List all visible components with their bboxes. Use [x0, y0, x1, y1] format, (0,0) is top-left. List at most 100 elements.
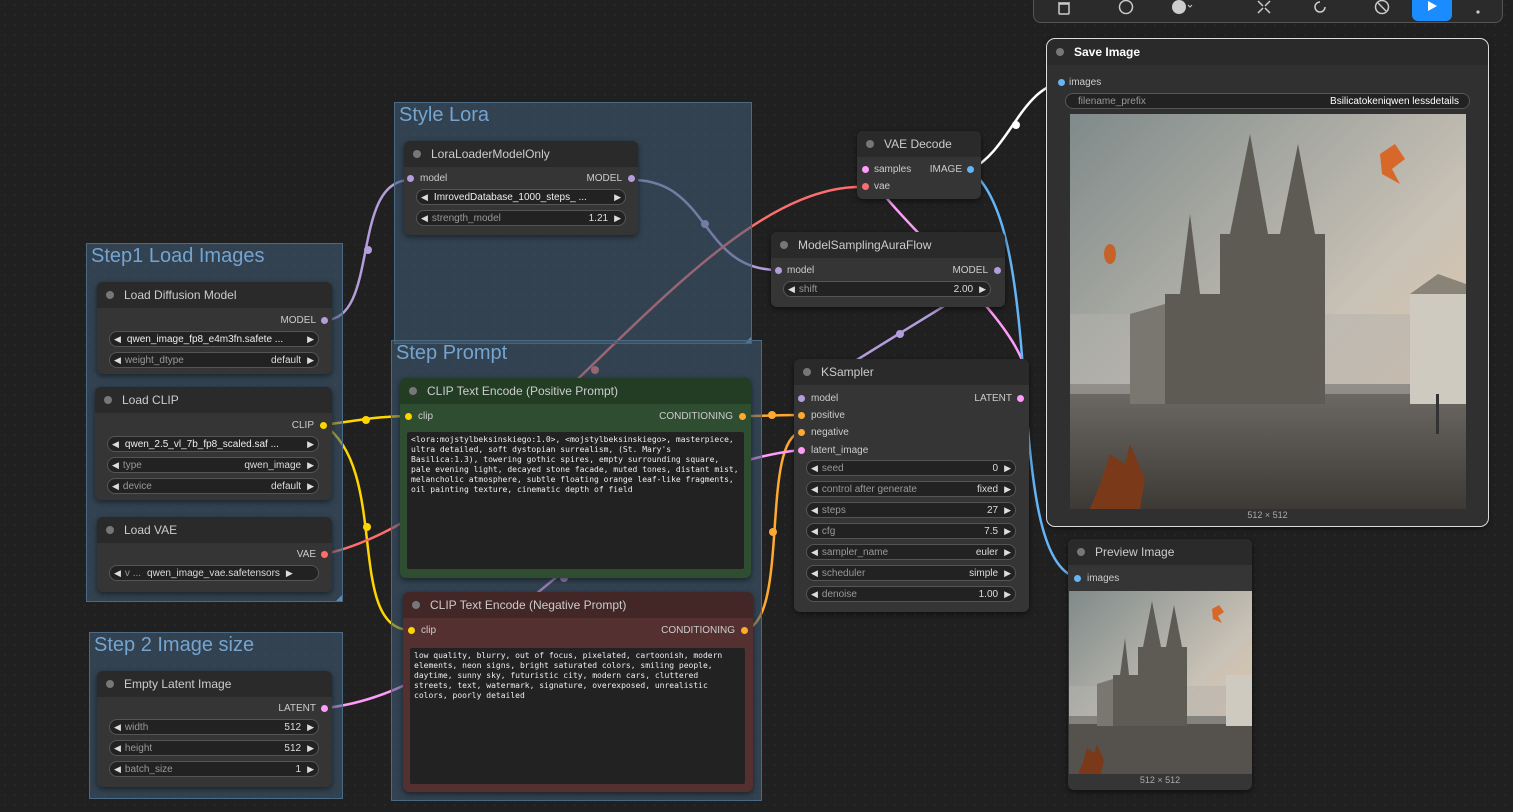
bypass-icon[interactable] [1370, 0, 1394, 19]
node-title-bar[interactable]: KSampler [794, 359, 1029, 385]
right-arrow-icon[interactable]: ▶ [1000, 568, 1015, 579]
node-title-bar[interactable]: Load VAE [97, 517, 332, 543]
strength-model-widget[interactable]: ◀ strength_model 1.21 ▶ [416, 210, 626, 226]
left-arrow-icon[interactable]: ◀ [807, 568, 822, 579]
group-title[interactable]: Style Lora [395, 103, 751, 129]
refresh-icon[interactable] [1308, 0, 1332, 19]
scheduler-widget[interactable]: ◀ scheduler simple ▶ [806, 565, 1016, 581]
model-output-slot[interactable] [321, 317, 328, 324]
image-output-slot[interactable] [967, 166, 974, 173]
steps-widget[interactable]: ◀ steps 27 ▶ [806, 502, 1016, 518]
vae-output-slot[interactable] [321, 551, 328, 558]
left-arrow-icon[interactable]: ◀ [784, 284, 799, 295]
left-arrow-icon[interactable]: ◀ [108, 460, 123, 471]
collapse-dot-icon[interactable] [866, 140, 874, 148]
positive-input-slot[interactable] [798, 412, 805, 419]
control-after-generate-widget[interactable]: ◀ control after generate fixed ▶ [806, 481, 1016, 497]
images-input-slot[interactable] [1058, 79, 1065, 86]
latent-image-input-slot[interactable] [798, 447, 805, 454]
run-icon[interactable] [1412, 0, 1452, 21]
more-icon[interactable] [1466, 0, 1490, 19]
right-arrow-icon[interactable]: ▶ [1000, 484, 1015, 495]
width-widget[interactable]: ◀ width 512 ▶ [109, 719, 319, 735]
unet-name-combo[interactable]: ◀ qwen_image_fp8_e4m3fn.safete ... ▶ [109, 331, 319, 347]
load-clip-node[interactable]: Load CLIP CLIP ◀ qwen_2.5_vl_7b_fp8_scal… [95, 387, 332, 500]
collapse-dot-icon[interactable] [1077, 548, 1085, 556]
model-output-slot[interactable] [994, 267, 1001, 274]
collapse-dot-icon[interactable] [412, 601, 420, 609]
right-arrow-icon[interactable]: ▶ [303, 334, 318, 345]
cfg-widget[interactable]: ◀ cfg 7.5 ▶ [806, 523, 1016, 539]
right-arrow-icon[interactable]: ▶ [975, 284, 990, 295]
collapse-dot-icon[interactable] [106, 680, 114, 688]
left-arrow-icon[interactable]: ◀ [110, 722, 125, 733]
vae-name-combo[interactable]: ◀ v ... qwen_image_vae.safetensors ▶ [109, 565, 319, 581]
preview-image-node[interactable]: Preview Image images 512 × 512 [1068, 539, 1252, 790]
left-arrow-icon[interactable]: ◀ [807, 526, 822, 537]
denoise-widget[interactable]: ◀ denoise 1.00 ▶ [806, 586, 1016, 602]
positive-prompt-textarea[interactable]: <lora:mojstylbeksinskiego:1.0>, <mojstyl… [407, 432, 744, 569]
height-widget[interactable]: ◀ height 512 ▶ [109, 740, 319, 756]
clip-text-encode-positive-node[interactable]: CLIP Text Encode (Positive Prompt) clip … [400, 378, 751, 578]
group-title[interactable]: Step 2 Image size [90, 633, 342, 659]
left-arrow-icon[interactable]: ◀ [807, 505, 822, 516]
weight-dtype-combo[interactable]: ◀ weight_dtype default ▶ [109, 352, 319, 368]
seed-widget[interactable]: ◀ seed 0 ▶ [806, 460, 1016, 476]
latent-output-slot[interactable] [321, 705, 328, 712]
color-icon[interactable] [1170, 0, 1194, 19]
filename-prefix-input[interactable]: filename_prefix Bsilicatokeniqwen lessde… [1065, 93, 1470, 109]
left-arrow-icon[interactable]: ◀ [807, 547, 822, 558]
collapse-dot-icon[interactable] [106, 291, 114, 299]
shift-widget[interactable]: ◀ shift 2.00 ▶ [783, 281, 991, 297]
images-input-slot[interactable] [1074, 575, 1081, 582]
clip-name-combo[interactable]: ◀ qwen_2.5_vl_7b_fp8_scaled.saf ... ▶ [107, 436, 319, 452]
left-arrow-icon[interactable]: ◀ [417, 213, 432, 224]
right-arrow-icon[interactable]: ▶ [1000, 463, 1015, 474]
model-output-slot[interactable] [628, 175, 635, 182]
conditioning-output-slot[interactable] [741, 627, 748, 634]
negative-input-slot[interactable] [798, 429, 805, 436]
node-title-bar[interactable]: VAE Decode [857, 131, 981, 157]
right-arrow-icon[interactable]: ▶ [303, 355, 318, 366]
right-arrow-icon[interactable]: ▶ [303, 481, 318, 492]
negative-prompt-textarea[interactable]: low quality, blurry, out of focus, pixel… [410, 648, 745, 784]
node-title-bar[interactable]: Load CLIP [95, 387, 332, 413]
ksampler-node[interactable]: KSampler model LATENT positive negative … [794, 359, 1029, 612]
left-arrow-icon[interactable]: ◀ [110, 743, 125, 754]
right-arrow-icon[interactable]: ▶ [303, 439, 318, 450]
left-arrow-icon[interactable]: ◀ [110, 334, 125, 345]
vae-input-slot[interactable] [862, 183, 869, 190]
node-title-bar[interactable]: Load Diffusion Model [97, 282, 332, 308]
node-title-bar[interactable]: Save Image [1047, 39, 1488, 65]
group-title[interactable]: Step1 Load Images [87, 244, 342, 270]
left-arrow-icon[interactable]: ◀ [417, 192, 432, 203]
right-arrow-icon[interactable]: ▶ [303, 722, 318, 733]
collapse-dot-icon[interactable] [803, 368, 811, 376]
left-arrow-icon[interactable]: ◀ [807, 463, 822, 474]
clip-type-combo[interactable]: ◀ type qwen_image ▶ [107, 457, 319, 473]
left-arrow-icon[interactable]: ◀ [110, 764, 125, 775]
node-title-bar[interactable]: Preview Image [1068, 539, 1252, 565]
right-arrow-icon[interactable]: ▶ [610, 213, 625, 224]
right-arrow-icon[interactable]: ▶ [303, 460, 318, 471]
node-title-bar[interactable]: LoraLoaderModelOnly [404, 141, 638, 167]
group-title[interactable]: Step Prompt [392, 341, 761, 367]
right-arrow-icon[interactable]: ▶ [1000, 547, 1015, 558]
right-arrow-icon[interactable]: ▶ [1000, 505, 1015, 516]
samples-input-slot[interactable] [862, 166, 869, 173]
load-vae-node[interactable]: Load VAE VAE ◀ v ... qwen_image_vae.safe… [97, 517, 332, 592]
node-title-bar[interactable]: CLIP Text Encode (Positive Prompt) [400, 378, 751, 404]
node-title-bar[interactable]: CLIP Text Encode (Negative Prompt) [403, 592, 753, 618]
collapse-dot-icon[interactable] [413, 150, 421, 158]
node-title-bar[interactable]: Empty Latent Image [97, 671, 332, 697]
latent-output-slot[interactable] [1017, 395, 1024, 402]
left-arrow-icon[interactable]: ◀ [807, 484, 822, 495]
clip-input-slot[interactable] [405, 413, 412, 420]
model-input-slot[interactable] [798, 395, 805, 402]
right-arrow-icon[interactable]: ▶ [610, 192, 625, 203]
node-title-bar[interactable]: ModelSamplingAuraFlow [771, 232, 1005, 258]
empty-latent-image-node[interactable]: Empty Latent Image LATENT ◀ width 512 ▶ … [97, 671, 332, 787]
output-image[interactable] [1070, 114, 1466, 509]
lora-name-combo[interactable]: ◀ ImrovedDatabase_1000_steps_ ... ▶ [416, 189, 626, 205]
left-arrow-icon[interactable]: ◀ [110, 355, 125, 366]
